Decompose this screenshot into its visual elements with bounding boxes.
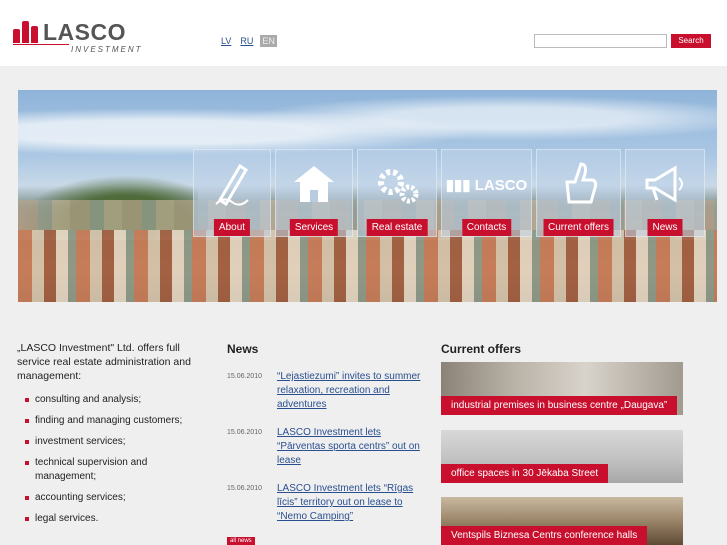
lasco-logo-icon: ▮▮▮ LASCO xyxy=(445,177,528,194)
logo-subtext: INVESTMENT xyxy=(71,45,143,54)
menu-label-contacts[interactable]: Contacts xyxy=(461,219,512,236)
menu-label-services[interactable]: Services xyxy=(289,219,339,236)
lang-en[interactable]: EN xyxy=(260,35,277,47)
list-item: finding and managing customers; xyxy=(25,414,195,428)
logo-text: LASCO xyxy=(43,19,126,45)
list-item: legal services. xyxy=(25,512,195,526)
gears-icon xyxy=(373,160,421,219)
lang-lv[interactable]: LV xyxy=(219,35,233,47)
offer-caption[interactable]: office spaces in 30 Jēkaba Street xyxy=(441,464,609,483)
menu-label-news[interactable]: News xyxy=(647,219,683,236)
lang-ru[interactable]: RU xyxy=(238,35,255,47)
news-link[interactable]: LASCO Investment lets “Rīgas līcis” terr… xyxy=(277,482,427,524)
offer-card[interactable]: Ventspils Biznesa Centrs conference hall… xyxy=(441,497,683,545)
news-date: 15.06.2010 xyxy=(227,429,263,436)
list-item: consulting and analysis; xyxy=(25,393,195,407)
offers-heading: Current offers xyxy=(441,342,522,356)
language-switcher: LV RU EN xyxy=(219,35,277,47)
list-item: investment services; xyxy=(25,435,195,449)
all-news-button[interactable]: all news xyxy=(227,537,255,545)
megaphone-icon xyxy=(641,160,689,219)
header: LASCO INVESTMENT LV RU EN Search xyxy=(0,0,727,66)
main-menu: About Services Real estate ▮▮▮ LASCO Con… xyxy=(193,149,705,237)
menu-tile-news[interactable]: News xyxy=(625,149,705,237)
offer-caption[interactable]: Ventspils Biznesa Centrs conference hall… xyxy=(441,526,648,545)
menu-tile-about[interactable]: About xyxy=(193,149,271,237)
list-item: technical supervision and management; xyxy=(25,456,195,484)
search-input[interactable] xyxy=(534,34,667,48)
pencil-icon xyxy=(212,160,252,219)
offer-card[interactable]: office spaces in 30 Jēkaba Street xyxy=(441,430,683,483)
menu-tile-real-estate[interactable]: Real estate xyxy=(357,149,437,237)
house-icon xyxy=(290,160,338,219)
menu-tile-current-offers[interactable]: Current offers xyxy=(536,149,621,237)
logo-underline xyxy=(13,44,69,45)
menu-label-real-estate[interactable]: Real estate xyxy=(366,219,428,236)
news-link[interactable]: “Lejastiezumi” invites to summer relaxat… xyxy=(277,370,427,412)
thumbs-up-icon xyxy=(559,160,599,219)
offer-caption[interactable]: industrial premises in business centre „… xyxy=(441,396,678,415)
lasco-logo[interactable]: LASCO INVESTMENT xyxy=(13,19,141,57)
news-link[interactable]: LASCO Investment lets “Pārventas sporta … xyxy=(277,426,427,468)
menu-tile-contacts[interactable]: ▮▮▮ LASCO Contacts xyxy=(441,149,532,237)
menu-tile-services[interactable]: Services xyxy=(275,149,353,237)
menu-label-about[interactable]: About xyxy=(213,219,251,236)
news-date: 15.06.2010 xyxy=(227,373,263,380)
news-heading: News xyxy=(227,342,259,356)
news-date: 15.06.2010 xyxy=(227,485,263,492)
logo-mark-icon xyxy=(13,21,39,43)
intro-text: „LASCO Investment" Ltd. offers full serv… xyxy=(17,342,191,382)
offer-card[interactable]: industrial premises in business centre „… xyxy=(441,362,683,415)
menu-label-current-offers[interactable]: Current offers xyxy=(543,219,614,236)
search-button[interactable]: Search xyxy=(671,34,711,48)
services-list: consulting and analysis; finding and man… xyxy=(25,393,195,533)
list-item: accounting services; xyxy=(25,491,195,505)
